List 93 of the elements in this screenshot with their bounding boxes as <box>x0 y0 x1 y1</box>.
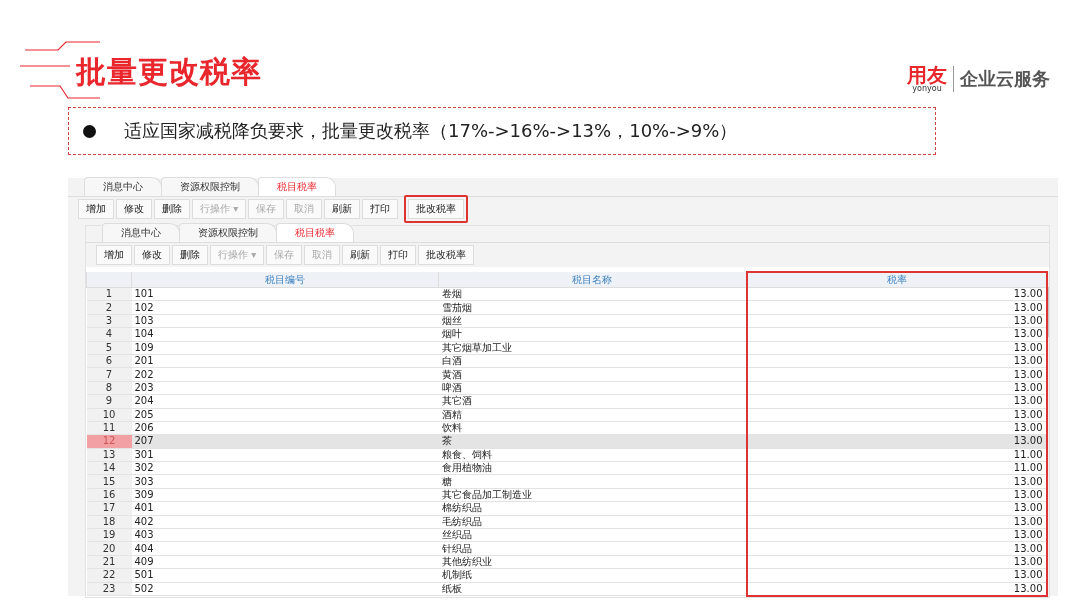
table-cell: 301 <box>131 448 439 462</box>
table-cell: 103 <box>131 314 439 328</box>
table-cell: 白酒 <box>438 354 747 368</box>
table-cell: 13.00 <box>746 501 1047 516</box>
toolbar-button[interactable]: 删除 <box>172 245 208 265</box>
brand-tagline: 企业云服务 <box>960 67 1050 91</box>
toolbar-button[interactable]: 刷新 <box>342 245 379 265</box>
table-cell: 其它烟草加工业 <box>438 341 747 355</box>
slide-title: 批量更改税率 <box>76 53 262 91</box>
table-cell: 粮食、饲料 <box>438 448 747 462</box>
table-cell: 雪茄烟 <box>438 300 747 315</box>
table-cell: 401 <box>131 501 439 516</box>
bullet-icon <box>83 124 96 138</box>
tab[interactable]: 税目税率 <box>258 177 336 196</box>
table-cell: 卷烟 <box>438 287 747 301</box>
table-cell: 针织品 <box>438 541 747 556</box>
table-cell: 13.00 <box>746 327 1047 342</box>
table-cell: 502 <box>131 582 439 596</box>
tab[interactable]: 税目税率 <box>276 223 354 242</box>
tab[interactable]: 资源权限控制 <box>161 177 259 196</box>
bullet-text: 适应国家减税降负要求，批量更改税率（17%->16%->13%，10%->9%） <box>124 119 738 143</box>
toolbar-button[interactable]: 删除 <box>154 199 190 219</box>
toolbar-button[interactable]: 增加 <box>78 199 114 219</box>
scrollbar-thumb[interactable] <box>1047 287 1049 337</box>
toolbar-button[interactable]: 修改 <box>116 199 152 219</box>
table-cell: 204 <box>131 394 439 408</box>
table-cell: 13.00 <box>746 568 1047 583</box>
table-cell: 饮料 <box>438 421 747 435</box>
toolbar-button[interactable]: 刷新 <box>324 199 361 219</box>
table-cell: 101 <box>131 287 439 301</box>
table-cell: 13.00 <box>746 381 1047 395</box>
table-cell: 202 <box>131 367 439 382</box>
table-cell: 13.00 <box>746 528 1047 542</box>
toolbar-button[interactable]: 增加 <box>96 245 132 265</box>
table-cell: 11.00 <box>746 461 1047 475</box>
tab[interactable]: 资源权限控制 <box>179 223 277 242</box>
column-header[interactable]: 税率 <box>746 272 1047 288</box>
table-cell: 501 <box>131 568 439 583</box>
column-header[interactable]: 税目名称 <box>438 272 747 288</box>
table-cell: 104 <box>131 327 439 342</box>
table-cell: 丝织品 <box>438 528 747 542</box>
toolbar-button[interactable]: 打印 <box>380 245 417 265</box>
table-cell: 棉纺织品 <box>438 501 747 516</box>
toolbar-button[interactable]: 打印 <box>362 199 399 219</box>
toolbar-button[interactable]: 修改 <box>134 245 170 265</box>
tab[interactable]: 消息中心 <box>102 223 180 242</box>
table-cell: 其它酒 <box>438 394 747 408</box>
table-cell: 13.00 <box>746 394 1047 408</box>
table-cell: 13.00 <box>746 541 1047 556</box>
table-cell: 其他纺织业 <box>438 555 747 569</box>
table-cell: 13.00 <box>746 314 1047 328</box>
table-cell: 13.00 <box>746 367 1047 382</box>
table-cell: 纸板 <box>438 582 747 596</box>
table-cell: 102 <box>131 300 439 315</box>
table-cell: 13.00 <box>746 354 1047 368</box>
table-cell: 409 <box>131 555 439 569</box>
table-cell: 13.00 <box>746 488 1047 502</box>
tab[interactable]: 消息中心 <box>84 177 162 196</box>
table-cell: 13.00 <box>746 474 1047 489</box>
table-cell: 啤酒 <box>438 381 747 395</box>
toolbar-button[interactable]: 批改税率 <box>408 199 465 219</box>
toolbar-button[interactable]: 批改税率 <box>418 245 475 265</box>
table-cell: 酒精 <box>438 408 747 422</box>
table-cell: 糖 <box>438 474 747 489</box>
table-cell: 205 <box>131 408 439 422</box>
table-cell: 11.00 <box>746 448 1047 462</box>
table-cell: 302 <box>131 461 439 475</box>
table-cell: 203 <box>131 381 439 395</box>
table-cell: 其它食品加工制造业 <box>438 488 747 502</box>
table-cell: 13.00 <box>746 408 1047 422</box>
brand-subtitle: yonyou <box>912 85 942 93</box>
table-cell: 烟丝 <box>438 314 747 328</box>
table-cell: 13.00 <box>746 555 1047 569</box>
table-cell: 402 <box>131 515 439 529</box>
table-cell: 303 <box>131 474 439 489</box>
table-cell: 毛纺织品 <box>438 515 747 529</box>
table-cell: 13.00 <box>746 287 1047 301</box>
table-cell: 404 <box>131 541 439 556</box>
table-cell: 403 <box>131 528 439 542</box>
table-cell: 13.00 <box>746 582 1047 596</box>
table-cell: 机制纸 <box>438 568 747 583</box>
table-cell: 201 <box>131 354 439 368</box>
table-cell: 食用植物油 <box>438 461 747 475</box>
table-cell: 206 <box>131 421 439 435</box>
table-cell: 13.00 <box>746 341 1047 355</box>
table-cell: 13.00 <box>746 300 1047 315</box>
column-header[interactable]: 税目编号 <box>131 272 439 288</box>
table-cell: 烟叶 <box>438 327 747 342</box>
table-cell: 109 <box>131 341 439 355</box>
brand-logo: 用友 <box>907 65 947 85</box>
table-cell: 309 <box>131 488 439 502</box>
table-cell: 黄酒 <box>438 367 747 382</box>
table-cell: 13.00 <box>746 515 1047 529</box>
